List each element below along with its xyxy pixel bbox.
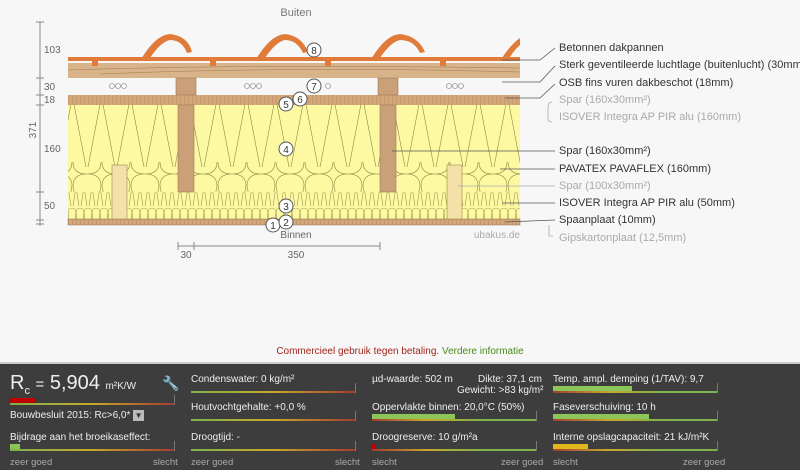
phase-label: Faseverschuiving: 10 h — [553, 402, 656, 413]
surface-label: Oppervlakte binnen: 20,0°C (50%) — [372, 402, 525, 413]
greenhouse-bar — [10, 441, 175, 451]
layer-label: ISOVER Integra AP PIR alu (50mm) — [559, 197, 735, 209]
layer-label: PAVATEX PAVAFLEX (160mm) — [559, 163, 712, 175]
greenhouse-label: Bijdrage aan het broeikaseffect: — [10, 432, 151, 443]
dropdown-icon[interactable]: ▼ — [133, 410, 145, 421]
drying-reserve-label: Droogreserve: 10 g/m²a — [372, 432, 478, 443]
scale-good: zeer goed — [683, 457, 726, 468]
more-info-link[interactable]: Verdere informatie — [442, 346, 524, 357]
tav-label: Temp. ampl. demping (1/TAV): 9,7 — [553, 374, 704, 385]
dim-160: 160 — [44, 144, 61, 155]
wrench-icon[interactable]: 🔧 — [162, 375, 179, 392]
scale-bad: slecht — [335, 457, 360, 468]
scale-good: zeer goed — [191, 457, 234, 468]
marker-5: 5 — [278, 96, 294, 112]
watermark: ubakus.de — [474, 230, 521, 241]
dim-50: 50 — [44, 201, 56, 212]
marker-1: 1 — [265, 217, 281, 233]
condensate-bar — [191, 383, 356, 393]
roof-cross-section: Buiten 103 30 18 160 50 371 30 350 1 2 3… — [28, 7, 556, 261]
weight-value: Gewicht: >83 kg/m² — [457, 385, 544, 396]
wood-moisture-bar — [191, 411, 356, 421]
layer-label: Betonnen dakpannen — [559, 42, 664, 54]
phase-bar — [553, 411, 718, 421]
storage-bar — [553, 441, 718, 451]
layer-label: Spar (160x30mm²) — [559, 145, 651, 157]
svg-text:1: 1 — [270, 221, 276, 232]
drying-time-bar — [191, 441, 356, 451]
layer-label: OSB fins vuren dakbeschot (18mm) — [559, 77, 734, 89]
marker-3: 3 — [278, 198, 294, 214]
marker-8: 8 — [306, 42, 322, 58]
scale-bad: slecht — [153, 457, 178, 468]
roof-tiles — [68, 34, 520, 66]
board-layer — [67, 218, 521, 226]
thickness-value: Dikte: 37,1 cm — [478, 374, 542, 385]
rc-value: Rc = 5,904 m²K/W — [10, 372, 137, 397]
inside-label: Binnen — [280, 230, 311, 241]
layer-label: ISOVER Integra AP PIR alu (160mm) — [559, 111, 741, 123]
marker-6: 6 — [292, 91, 308, 107]
layer-label: Spaanplaat (10mm) — [559, 214, 656, 226]
svg-text:2: 2 — [283, 218, 289, 229]
outside-label: Buiten — [280, 7, 311, 19]
scale-bad: slecht — [372, 457, 397, 468]
wood-moisture-label: Houtvochtgehalte: +0,0 % — [191, 402, 306, 413]
layer-label: Spar (160x30mm²) — [559, 94, 651, 106]
scale-good: zeer goed — [10, 457, 53, 468]
dim-h-30: 30 — [180, 250, 192, 261]
dim-total: 371 — [28, 121, 39, 138]
svg-text:5: 5 — [283, 100, 289, 111]
dim-30: 30 — [44, 82, 56, 93]
drying-time-label: Droogtijd: - — [191, 432, 240, 443]
norm-label: Bouwbesluit 2015: Rc>6,0* ▼ — [10, 410, 145, 421]
svg-text:3: 3 — [283, 202, 289, 213]
scale-good: zeer goed — [501, 457, 544, 468]
svg-text:7: 7 — [311, 82, 317, 93]
svg-text:6: 6 — [297, 95, 303, 106]
svg-text:4: 4 — [283, 145, 289, 156]
sd-value: µd-waarde: 502 m — [372, 374, 453, 385]
marker-7: 7 — [306, 78, 322, 94]
tav-bar — [553, 383, 718, 393]
drying-reserve-bar — [372, 441, 537, 451]
layer-label: Spar (100x30mm²) — [559, 180, 651, 192]
layer-label: Sterk geventileerde luchtlage (buitenluc… — [559, 59, 800, 71]
scale-bad: slecht — [553, 457, 578, 468]
condensate-label: Condenswater: 0 kg/m² — [191, 374, 295, 385]
svg-text:8: 8 — [311, 46, 317, 57]
dim-h-350: 350 — [288, 250, 305, 261]
surface-bar — [372, 411, 537, 421]
layer-label: Gipskartonplaat (12,5mm) — [559, 232, 687, 244]
rc-bar — [10, 395, 175, 405]
commercial-notice: Commercieel gebruik tegen betaling. Verd… — [276, 346, 524, 357]
marker-2: 2 — [278, 214, 294, 230]
dim-18: 18 — [44, 95, 56, 106]
marker-4: 4 — [278, 141, 294, 157]
results-panel: Rc = 5,904 m²K/W 🔧 Bouwbesluit 2015: Rc>… — [0, 362, 800, 470]
storage-label: Interne opslagcapaciteit: 21 kJ/m²K — [553, 432, 710, 443]
dim-103: 103 — [44, 45, 61, 56]
